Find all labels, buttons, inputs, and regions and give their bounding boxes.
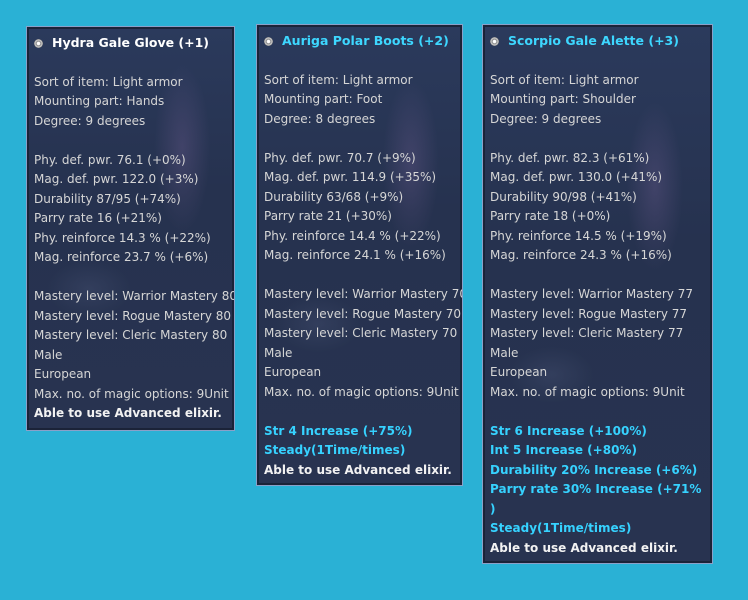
item-degree: Degree: 9 degrees: [34, 113, 146, 128]
req-rogue: Mastery level: Rogue Mastery 70: [264, 306, 462, 321]
magic-option: Steady(1Time/times): [490, 521, 632, 535]
stat-phy-reinforce: Phy. reinforce 14.3 % (+22%): [34, 230, 211, 245]
stat-mag-reinforce: Mag. reinforce 23.7 % (+6%): [34, 250, 209, 264]
stat-phy-def: Phy. def. pwr. 82.3 (+61%): [490, 150, 650, 165]
magic-option: Steady(1Time/times): [264, 443, 406, 457]
tooltip-scorpio-gale-alette: Scorpio Gale Alette (+3) Sort of item: L…: [482, 24, 713, 564]
req-rogue: Mastery level: Rogue Mastery 80: [34, 308, 232, 323]
stat-durability: Durability 90/98 (+41%): [490, 189, 637, 204]
stat-mag-def: Mag. def. pwr. 114.9 (+35%): [264, 170, 437, 184]
magic-option: ): [490, 501, 496, 516]
magic-option: Int 5 Increase (+80%): [490, 443, 637, 457]
stat-mag-def: Mag. def. pwr. 122.0 (+3%): [34, 172, 199, 186]
req-warrior: Mastery level: Warrior Mastery 70: [264, 287, 463, 301]
item-title: Hydra Gale Glove (+1): [34, 33, 234, 53]
req-rogue: Mastery level: Rogue Mastery 77: [490, 306, 688, 321]
elixir-note: Able to use Advanced elixir.: [264, 462, 452, 477]
item-title-text: Scorpio Gale Alette (+3): [508, 33, 679, 49]
stat-durability: Durability 63/68 (+9%): [264, 189, 404, 204]
req-gender: Male: [490, 345, 519, 360]
item-degree: Degree: 9 degrees: [490, 111, 602, 126]
item-sort: Sort of item: Light armor: [34, 74, 183, 89]
item-mounting: Mounting part: Foot: [264, 92, 383, 106]
stat-phy-def: Phy. def. pwr. 70.7 (+9%): [264, 150, 416, 165]
req-cleric: Mastery level: Cleric Mastery 70: [264, 326, 458, 340]
req-magic-options: Max. no. of magic options: 9Unit: [490, 384, 685, 399]
elixir-note: Able to use Advanced elixir.: [34, 406, 222, 420]
req-magic-options: Max. no. of magic options: 9Unit: [264, 384, 459, 399]
magic-option: Parry rate 30% Increase (+71%: [490, 482, 702, 496]
req-cleric: Mastery level: Cleric Mastery 80: [34, 328, 228, 342]
req-race: European: [34, 367, 92, 381]
req-gender: Male: [34, 347, 63, 362]
item-bullet-icon: [34, 38, 43, 48]
stat-durability: Durability 87/95 (+74%): [34, 191, 181, 206]
magic-option: Durability 20% Increase (+6%): [490, 462, 698, 477]
stat-phy-def: Phy. def. pwr. 76.1 (+0%): [34, 152, 186, 167]
tooltip-auriga-polar-boots: Auriga Polar Boots (+2) Sort of item: Li…: [256, 24, 463, 486]
item-mounting: Mounting part: Shoulder: [490, 92, 636, 106]
item-title: Scorpio Gale Alette (+3): [490, 31, 712, 51]
item-bullet-icon: [490, 36, 499, 46]
req-magic-options: Max. no. of magic options: 9Unit: [34, 386, 229, 401]
magic-option: Str 4 Increase (+75%): [264, 423, 413, 438]
stat-mag-reinforce: Mag. reinforce 24.3 % (+16%): [490, 248, 672, 262]
magic-option: Str 6 Increase (+100%): [490, 423, 647, 438]
stat-parry: Parry rate 18 (+0%): [490, 209, 611, 223]
req-race: European: [264, 365, 322, 379]
req-race: European: [490, 365, 548, 379]
item-title-text: Auriga Polar Boots (+2): [282, 33, 449, 49]
stat-phy-reinforce: Phy. reinforce 14.5 % (+19%): [490, 228, 667, 243]
item-sort: Sort of item: Light armor: [264, 72, 413, 87]
tooltip-hydra-gale-glove: Hydra Gale Glove (+1) Sort of item: Ligh…: [26, 26, 235, 431]
stat-parry: Parry rate 16 (+21%): [34, 211, 162, 225]
item-sort: Sort of item: Light armor: [490, 72, 639, 87]
req-warrior: Mastery level: Warrior Mastery 77: [490, 287, 693, 301]
stat-mag-def: Mag. def. pwr. 130.0 (+41%): [490, 170, 663, 184]
item-title: Auriga Polar Boots (+2): [264, 31, 462, 51]
item-title-text: Hydra Gale Glove (+1): [52, 35, 210, 51]
item-bullet-icon: [264, 36, 273, 46]
stat-mag-reinforce: Mag. reinforce 24.1 % (+16%): [264, 248, 446, 262]
req-gender: Male: [264, 345, 293, 360]
stat-phy-reinforce: Phy. reinforce 14.4 % (+22%): [264, 228, 441, 243]
req-cleric: Mastery level: Cleric Mastery 77: [490, 326, 684, 340]
item-degree: Degree: 8 degrees: [264, 111, 376, 126]
stat-parry: Parry rate 21 (+30%): [264, 209, 392, 223]
elixir-note: Able to use Advanced elixir.: [490, 540, 678, 555]
item-mounting: Mounting part: Hands: [34, 94, 165, 108]
req-warrior: Mastery level: Warrior Mastery 80: [34, 289, 235, 303]
